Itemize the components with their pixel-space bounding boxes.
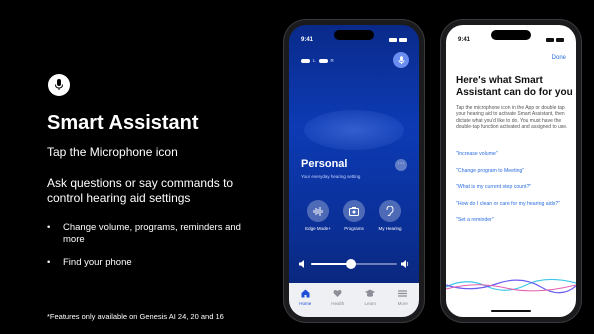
phone-assistant-screen: 9:41 Done Here's what Smart Assistant ca…: [441, 20, 581, 322]
my-hearing-label: My Hearing: [378, 226, 402, 231]
edge-mode-button[interactable]: Edge Mode+: [301, 200, 335, 231]
slide-subtitle: Tap the Microphone icon: [47, 145, 178, 159]
tab-more-label: More: [397, 301, 408, 306]
tab-home[interactable]: Home: [291, 289, 319, 317]
left-label: L: [313, 58, 316, 63]
tab-learn[interactable]: Learn: [356, 289, 384, 317]
waveform-icon: [307, 200, 329, 222]
phone-home-screen: 9:41 L R Personal Your everyday hearing …: [284, 20, 424, 322]
signal-battery-icon: [389, 37, 407, 43]
tab-learn-label: Learn: [364, 301, 376, 306]
feature-item: Change volume, programs, reminders and m…: [47, 222, 247, 246]
volume-slider[interactable]: [299, 259, 409, 269]
example-command[interactable]: "Set a reminder": [456, 217, 574, 224]
my-hearing-button[interactable]: My Hearing: [373, 200, 407, 231]
graduation-cap-icon: [356, 289, 384, 299]
tab-bar: Home Health Learn More: [289, 283, 419, 317]
hearing-aid-status: L R: [301, 58, 334, 63]
volume-thumb[interactable]: [345, 259, 356, 269]
right-label: R: [330, 58, 334, 63]
microphone-icon: [48, 74, 70, 96]
more-options-button[interactable]: ···: [395, 159, 407, 171]
home-screen: 9:41 L R Personal Your everyday hearing …: [289, 25, 419, 317]
smart-assistant-mic-button[interactable]: [393, 52, 409, 68]
left-battery-icon: [301, 58, 310, 63]
footnote: *Features only available on Genesis AI 2…: [47, 312, 224, 321]
phone-notch: [334, 30, 374, 40]
example-command[interactable]: "How do I clean or care for my hearing a…: [456, 201, 574, 208]
assistant-screen: 9:41 Done Here's what Smart Assistant ca…: [446, 25, 576, 317]
volume-high-icon: [401, 260, 409, 268]
assistant-heading: Here's what Smart Assistant can do for y…: [456, 75, 573, 98]
programs-label: Programs: [344, 226, 364, 231]
example-commands-list: "Increase volume" "Change program to Mee…: [456, 151, 574, 234]
tab-more[interactable]: More: [389, 289, 417, 317]
program-subtitle: Your everyday hearing setting: [301, 174, 361, 179]
example-command[interactable]: "Change program to Meeting": [456, 168, 574, 175]
phone-notch: [491, 30, 531, 40]
home-icon: [291, 289, 319, 299]
edge-mode-label: Edge Mode+: [305, 226, 331, 231]
tab-health-label: Health: [331, 301, 345, 306]
example-command[interactable]: "Increase volume": [456, 151, 574, 158]
right-battery-icon: [318, 58, 328, 63]
tab-home-label: Home: [299, 301, 312, 306]
heart-icon: [324, 289, 352, 299]
ear-icon: [379, 200, 401, 222]
program-name: Personal: [301, 158, 348, 170]
background-glow: [304, 110, 404, 150]
example-command[interactable]: "What is my current step count?": [456, 184, 574, 191]
done-button[interactable]: Done: [552, 55, 566, 61]
assistant-instructions: Tap the microphone icon in the App or do…: [456, 105, 568, 130]
home-indicator: [491, 309, 531, 312]
volume-fill: [311, 263, 351, 265]
listening-waveform: [446, 278, 576, 294]
status-time: 9:41: [301, 37, 314, 43]
programs-icon: [343, 200, 365, 222]
slide-description: Ask questions or say commands to control…: [47, 176, 234, 205]
tab-health[interactable]: Health: [324, 289, 352, 317]
status-time: 9:41: [458, 37, 471, 43]
menu-icon: [389, 289, 417, 299]
volume-low-icon: [299, 260, 304, 268]
feature-item: Find your phone: [47, 257, 247, 269]
signal-battery-icon: [546, 37, 564, 43]
feature-list: Change volume, programs, reminders and m…: [47, 222, 247, 280]
slide-title: Smart Assistant: [47, 112, 199, 134]
programs-button[interactable]: Programs: [337, 200, 371, 231]
